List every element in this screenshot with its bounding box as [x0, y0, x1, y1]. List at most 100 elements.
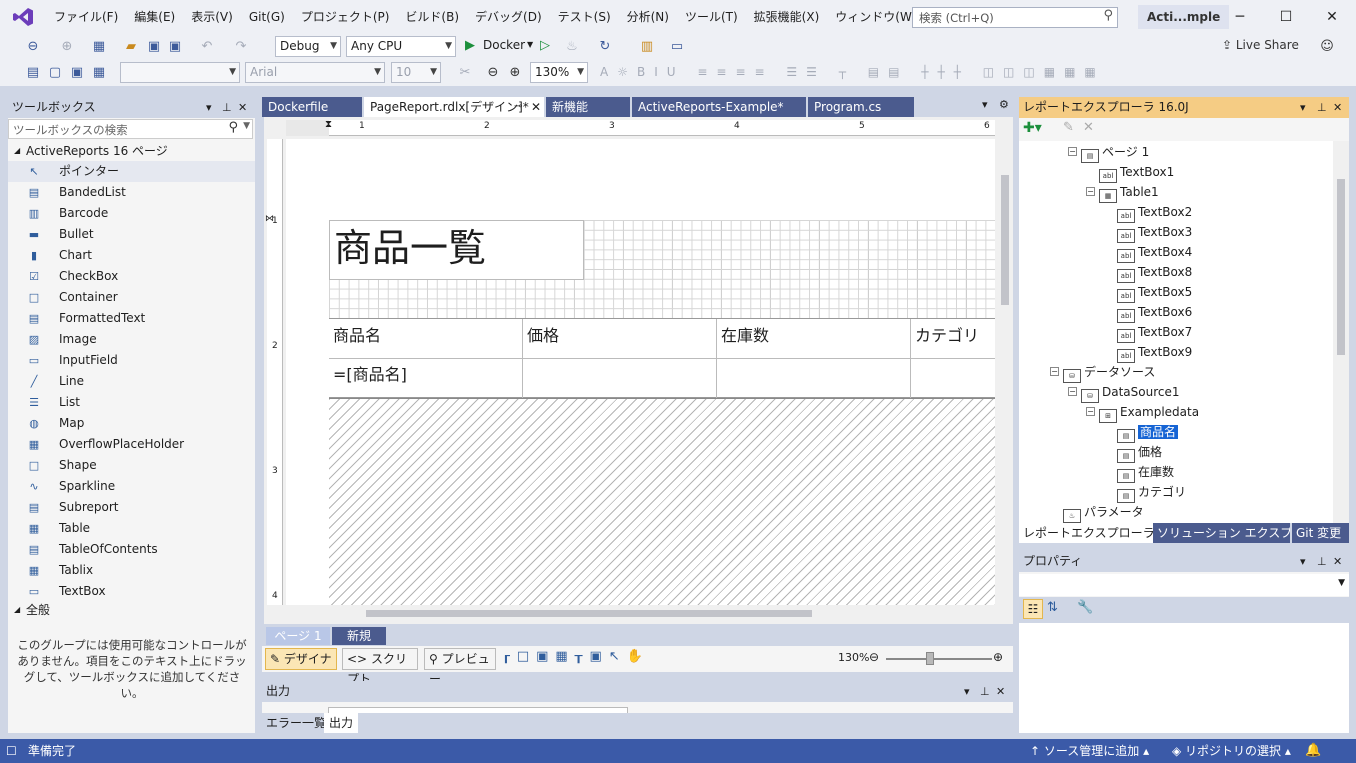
table-header-cell[interactable]: 在庫数 [721, 322, 769, 346]
property-pages-icon[interactable]: 🔧 [1077, 600, 1093, 615]
toolbox-item[interactable]: ▤ BandedList [8, 182, 255, 203]
edit-icon[interactable]: ✎ [1063, 120, 1074, 135]
tree-node[interactable]: ⊞ Exampledata [1099, 402, 1199, 423]
forward-icon[interactable]: ⊕ [58, 38, 76, 56]
menu-item[interactable]: デバッグ(D) [467, 0, 550, 34]
toolbox-item[interactable]: ▤ FormattedText [8, 308, 255, 329]
save-all-icon[interactable]: ▣ [166, 38, 184, 56]
hot-reload-icon[interactable]: ♨ [563, 38, 581, 56]
categorized-icon[interactable]: ☷ [1023, 599, 1043, 619]
platform-select[interactable]: Any CPU ▼ [346, 36, 456, 57]
report-title-textbox[interactable]: 商品一覧 [329, 220, 584, 280]
zoom-slider-thumb[interactable] [926, 652, 934, 665]
back-icon[interactable]: ⊖ [24, 38, 42, 56]
menu-item[interactable]: 分析(N) [619, 0, 677, 34]
close-tab-icon[interactable]: ✕ [531, 97, 541, 117]
undo-icon[interactable]: ↶ [198, 38, 216, 56]
tree-node[interactable]: ▤ ページ 1 [1081, 142, 1149, 163]
toolbox-item[interactable]: ▭ TextBox [8, 581, 255, 602]
notifications-bell-icon[interactable]: 🔔 [1305, 739, 1321, 763]
save-icon[interactable]: ▣ [145, 38, 163, 56]
tab-list-icon[interactable]: ▾ [982, 98, 988, 111]
ruler-handle-icon[interactable]: ⋈ [265, 214, 274, 224]
collapse-icon[interactable]: − [1068, 147, 1077, 156]
report-icon-2[interactable]: ▢ [46, 64, 64, 82]
open-folder-icon[interactable]: ▰ [122, 38, 140, 56]
tree-node[interactable]: ▤ カテゴリ [1117, 482, 1186, 503]
collapse-icon[interactable]: − [1068, 387, 1077, 396]
tab-solution-explorer[interactable]: ソリューション エクスプロー... [1153, 523, 1290, 543]
table-header-cell[interactable]: カテゴリ [915, 322, 979, 346]
tab-page-1[interactable]: ページ 1 [266, 627, 330, 645]
format-painter-icon[interactable]: ✂ [456, 64, 474, 82]
toolbox-item[interactable]: ▦ Table [8, 518, 255, 539]
live-share-button[interactable]: ⇪ Live Share [1222, 38, 1299, 52]
zoom-select[interactable]: 130% ▼ [530, 62, 588, 83]
menu-item[interactable]: Git(G) [241, 0, 293, 34]
pin-icon[interactable]: ⊥ [1317, 97, 1327, 118]
tree-node[interactable]: ▤ 価格 [1117, 442, 1162, 463]
solution-explorer-icon[interactable]: ▥ [638, 38, 656, 56]
report-icon-1[interactable]: ▤ [24, 64, 42, 82]
report-icon-3[interactable]: ▣ [68, 64, 86, 82]
visual-studio-logo-icon[interactable] [0, 0, 46, 34]
panel-menu-icon[interactable]: ▾ [1300, 551, 1306, 572]
menu-item[interactable]: ファイル(F) [46, 0, 126, 34]
panel-menu-icon[interactable]: ▾ [206, 97, 212, 118]
designer-tool-icons[interactable]: ┎□▣▦┰▣↖✋ [502, 649, 650, 664]
menu-item[interactable]: 拡張機能(X) [746, 0, 828, 34]
toolbox-item[interactable]: ▦ Tablix [8, 560, 255, 581]
tree-node[interactable]: ▦ Table1 [1099, 182, 1159, 203]
toolbox-group-general[interactable]: ◢ 全般 [8, 600, 255, 620]
toolbox-item[interactable]: ╱ Line [8, 371, 255, 392]
tree-node[interactable]: abl TextBox8 [1117, 262, 1192, 283]
product-table[interactable]: 商品名 価格 在庫数 カテゴリ =[商品名] [329, 318, 995, 399]
tree-node[interactable]: ⛁ データソース [1063, 362, 1155, 383]
menu-item[interactable]: プロジェクト(P) [293, 0, 398, 34]
tree-node[interactable]: ▤ 商品名 [1117, 422, 1179, 443]
panel-menu-icon[interactable]: ▾ [1300, 97, 1306, 118]
new-project-icon[interactable]: ▦ [90, 38, 108, 56]
designer-mode-button[interactable]: ✎ デザイナ [265, 648, 337, 670]
toolbox-item[interactable]: □ Container [8, 287, 255, 308]
menu-item[interactable]: ビルド(B) [397, 0, 467, 34]
tree-node[interactable]: abl TextBox4 [1117, 242, 1192, 263]
zoom-slider[interactable] [886, 652, 992, 665]
toolbox-item[interactable]: ▨ Image [8, 329, 255, 350]
docker-run-button[interactable]: Docker [483, 38, 525, 52]
toolbox-item[interactable]: ☑ CheckBox [8, 266, 255, 287]
ruler-marker-icon[interactable]: ⧗ [325, 119, 332, 130]
menu-item[interactable]: ウィンドウ(W) [827, 0, 924, 34]
maximize-button[interactable]: ☐ [1263, 0, 1309, 34]
repository-select-button[interactable]: ◈ リポジトリの選択 ▴ [1172, 739, 1291, 763]
menu-item[interactable]: ツール(T) [677, 0, 746, 34]
source-control-button[interactable]: ↑ ソース管理に追加 ▴ [1030, 739, 1149, 763]
font-select[interactable]: Arial ▼ [245, 62, 385, 83]
toolbox-item[interactable]: ▮ Chart [8, 245, 255, 266]
toolbox-item[interactable]: □ Shape [8, 455, 255, 476]
zoom-in-icon[interactable]: ⊕ [506, 64, 524, 82]
layout-icon[interactable]: ▭ [668, 38, 686, 56]
preview-mode-button[interactable]: ⚲ プレビュー [424, 648, 496, 686]
toolbox-item[interactable]: ▭ InputField [8, 350, 255, 371]
configuration-select[interactable]: Debug ▼ [275, 36, 341, 57]
tab-git-changes[interactable]: Git 変更 [1292, 523, 1349, 543]
minimize-button[interactable]: ─ [1217, 0, 1263, 34]
zoom-in-icon[interactable]: ⊕ [993, 650, 1003, 664]
toolbox-item[interactable]: ▦ OverflowPlaceHolder [8, 434, 255, 455]
run-dropdown-icon[interactable]: ▼ [527, 40, 533, 49]
style-select[interactable]: ▼ [120, 62, 240, 83]
refresh-icon[interactable]: ↻ [596, 38, 614, 56]
detail-cell[interactable]: =[商品名] [333, 361, 407, 385]
toolbox-item[interactable]: ▤ TableOfContents [8, 539, 255, 560]
vertical-scrollbar[interactable] [997, 139, 1013, 605]
tree-node[interactable]: abl TextBox5 [1117, 282, 1192, 303]
property-grid[interactable] [1019, 623, 1349, 733]
menu-item[interactable]: テスト(S) [550, 0, 619, 34]
menu-item[interactable]: 表示(V) [183, 0, 241, 34]
tree-node[interactable]: abl TextBox1 [1099, 162, 1174, 183]
tab-error-list[interactable]: エラー一覧 [266, 713, 326, 733]
toolbox-item[interactable]: ∿ Sparkline [8, 476, 255, 497]
menu-item[interactable]: 編集(E) [126, 0, 183, 34]
alphabetical-icon[interactable]: ⇅ [1047, 600, 1058, 615]
